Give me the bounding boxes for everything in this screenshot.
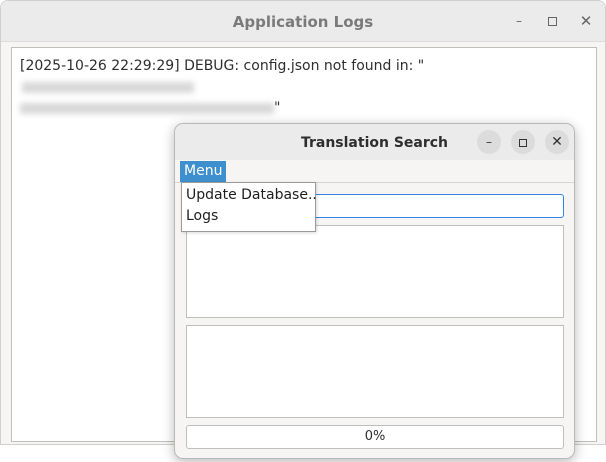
menu-item-logs[interactable]: Logs (182, 206, 315, 227)
source-text-area[interactable] (186, 225, 564, 318)
logs-titlebar[interactable]: Application Logs – ✕ (1, 1, 605, 42)
log-line-prefix: [2025-10-26 22:29:29] DEBUG: config.json… (20, 58, 425, 74)
progress-bar: 0% (186, 425, 564, 449)
search-titlebar[interactable]: Translation Search – ✕ (175, 124, 574, 161)
menu-dropdown: Update Database.. Logs (181, 182, 317, 232)
redacted-path-blur (22, 81, 194, 93)
progress-label: 0% (364, 429, 386, 444)
translation-search-window: Translation Search – ✕ Menu 0% Update Da… (174, 123, 575, 459)
redacted-path-blur (20, 102, 274, 114)
log-line-suffix: " (274, 100, 281, 116)
maximize-icon[interactable] (541, 1, 563, 41)
result-text-area[interactable] (186, 325, 564, 418)
close-icon[interactable]: ✕ (575, 1, 597, 41)
maximize-icon[interactable] (511, 130, 535, 154)
minimize-icon[interactable]: – (508, 1, 530, 41)
menu-item-update-database[interactable]: Update Database.. (182, 185, 317, 206)
close-icon[interactable]: ✕ (545, 130, 569, 154)
menubar: Menu (175, 160, 574, 183)
minimize-icon[interactable]: – (477, 130, 501, 154)
menu-button[interactable]: Menu (180, 161, 227, 182)
